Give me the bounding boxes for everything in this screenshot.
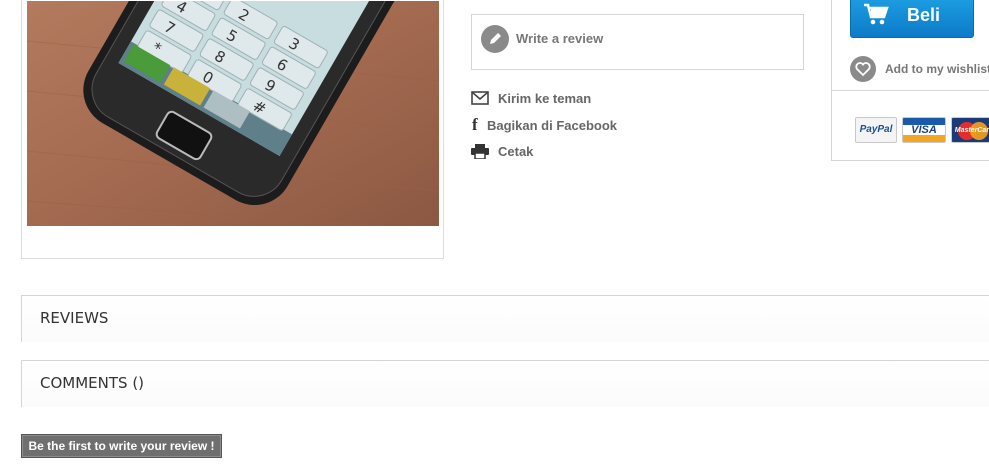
send-to-friend-label: Kirim ke teman xyxy=(498,91,592,106)
facebook-icon: f xyxy=(472,115,478,134)
buy-button[interactable]: Beli xyxy=(850,0,974,38)
share-facebook-label: Bagikan di Facebook xyxy=(487,118,618,133)
visa-logo: VISA xyxy=(902,117,946,143)
mastercard-logo: MasterCard xyxy=(951,117,989,143)
comments-title: COMMENTS () xyxy=(40,374,145,392)
product-image[interactable]: 123456789*0#04:42Contacts xyxy=(27,1,439,226)
print-label: Cetak xyxy=(498,144,534,159)
paypal-logo: PayPal xyxy=(855,117,897,143)
write-review-link[interactable]: Write a review xyxy=(516,31,603,46)
buy-button-label: Beli xyxy=(907,5,941,25)
share-facebook-link[interactable]: f Bagikan di Facebook xyxy=(471,115,671,135)
comments-section-header[interactable]: COMMENTS () xyxy=(21,360,989,407)
envelope-icon xyxy=(471,91,489,108)
wishlist-label: Add to my wishlist xyxy=(885,62,989,76)
first-review-button[interactable]: Be the first to write your review ! xyxy=(21,434,222,458)
phone-photo: 123456789*0#04:42Contacts xyxy=(27,1,439,226)
divider xyxy=(832,90,989,91)
heart-icon xyxy=(850,56,876,82)
product-image-frame: 123456789*0#04:42Contacts xyxy=(21,0,444,259)
pencil-icon xyxy=(481,25,509,53)
send-to-friend-link[interactable]: Kirim ke teman xyxy=(471,91,671,109)
buy-box: Beli Add to my wishlist PayPal VISA Mast… xyxy=(831,0,989,161)
printer-icon xyxy=(471,144,489,162)
print-link[interactable]: Cetak xyxy=(471,144,671,162)
reviews-title: REVIEWS xyxy=(40,309,109,327)
reviews-section-header[interactable]: REVIEWS xyxy=(21,295,989,342)
mastercard-text: MasterCard xyxy=(954,127,989,134)
cart-icon xyxy=(863,3,889,30)
write-review-box[interactable]: Write a review xyxy=(471,14,804,70)
